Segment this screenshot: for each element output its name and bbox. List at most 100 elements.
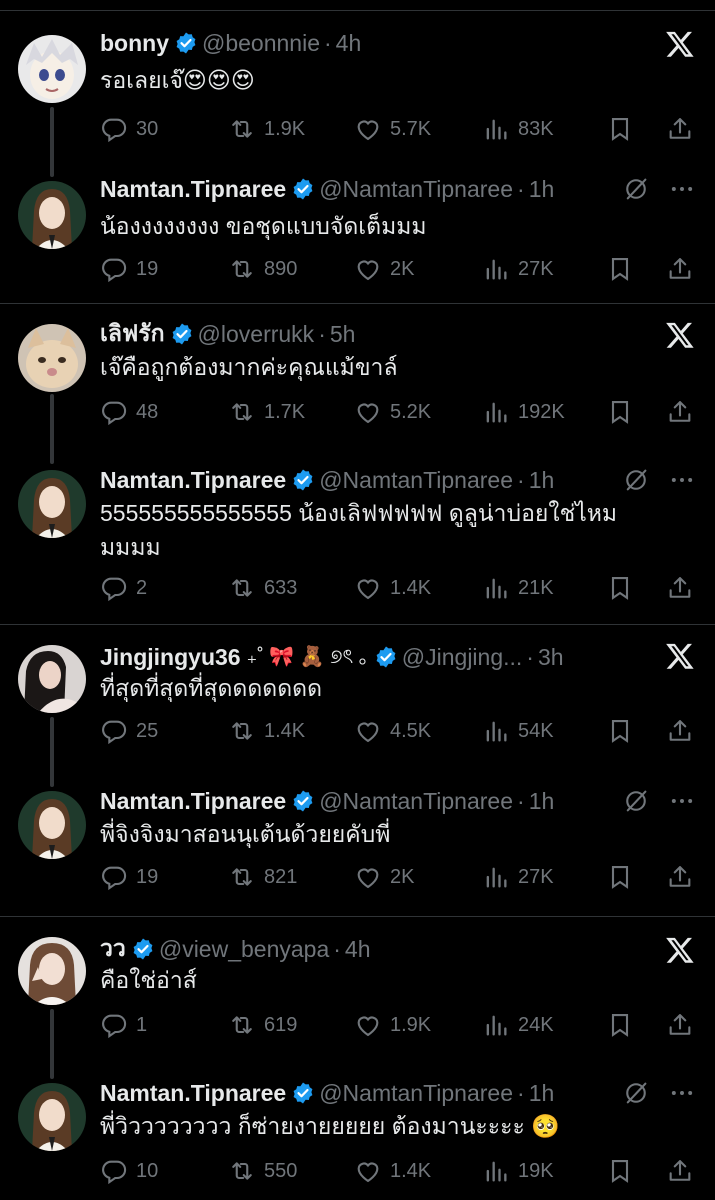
timestamp[interactable]: 1h: [529, 1080, 555, 1107]
share-icon: [669, 1014, 691, 1035]
share-button[interactable]: [666, 109, 694, 149]
no-image-icon[interactable]: [622, 466, 650, 494]
reply-button[interactable]: 19: [100, 857, 158, 897]
avatar[interactable]: [18, 791, 86, 859]
timestamp[interactable]: 1h: [529, 788, 555, 815]
avatar[interactable]: [18, 470, 86, 538]
views-button[interactable]: 54K: [482, 711, 554, 751]
share-button[interactable]: [666, 711, 694, 751]
like-button[interactable]: 4.5K: [354, 711, 431, 751]
response-post[interactable]: Namtan.Tipnaree @NamtanTipnaree · 1h 555…: [0, 460, 715, 624]
more-icon[interactable]: [668, 466, 696, 494]
views-button[interactable]: 19K: [482, 1151, 554, 1191]
share-button[interactable]: [666, 392, 694, 432]
repost-button[interactable]: 1.4K: [228, 711, 305, 751]
handle[interactable]: @NamtanTipnaree: [319, 176, 513, 203]
response-post[interactable]: Namtan.Tipnaree @NamtanTipnaree · 1h พี่…: [0, 1073, 715, 1200]
timestamp[interactable]: 1h: [529, 176, 555, 203]
repost-button[interactable]: 1.9K: [228, 109, 305, 149]
reply-post[interactable]: bonny @beonnnie · 4h รอเลยเจ๊😍😍😍 30 1.9K…: [0, 23, 715, 163]
timestamp[interactable]: 4h: [336, 30, 362, 57]
reply-button[interactable]: 1: [100, 1005, 147, 1045]
reply-button[interactable]: 30: [100, 109, 158, 149]
avatar[interactable]: [18, 645, 86, 713]
display-name[interactable]: bonny: [100, 30, 169, 57]
reply-button[interactable]: 2: [100, 568, 147, 608]
repost-button[interactable]: 821: [228, 857, 297, 897]
display-name[interactable]: เลิฟรัก: [100, 316, 165, 352]
avatar[interactable]: [18, 1083, 86, 1151]
views-button[interactable]: 27K: [482, 857, 554, 897]
more-icon[interactable]: [668, 1079, 696, 1107]
more-icon[interactable]: [668, 787, 696, 815]
display-name[interactable]: Namtan.Tipnaree: [100, 176, 286, 203]
reply-post[interactable]: วว @view_benyapa · 4h คือใช่อ่าส์ 1 619 …: [0, 929, 715, 1069]
display-name[interactable]: Namtan.Tipnaree: [100, 467, 286, 494]
thread-2: เลิฟรัก @loverrukk · 5h เจ๊คือถูกต้องมาก…: [0, 304, 715, 625]
reply-post[interactable]: เลิฟรัก @loverrukk · 5h เจ๊คือถูกต้องมาก…: [0, 314, 715, 454]
timestamp[interactable]: 5h: [330, 321, 356, 348]
like-button[interactable]: 1.9K: [354, 1005, 431, 1045]
no-image-icon[interactable]: [622, 787, 650, 815]
response-post[interactable]: Namtan.Tipnaree @NamtanTipnaree · 1h น้อ…: [0, 169, 715, 309]
avatar[interactable]: [18, 324, 86, 392]
reply-button[interactable]: 19: [100, 249, 158, 289]
display-name[interactable]: วว: [100, 931, 126, 967]
reply-button[interactable]: 48: [100, 392, 158, 432]
reply-button[interactable]: 25: [100, 711, 158, 751]
timestamp[interactable]: 3h: [538, 644, 564, 671]
bookmark-button[interactable]: [606, 857, 634, 897]
no-image-icon[interactable]: [622, 175, 650, 203]
repost-button[interactable]: 633: [228, 568, 297, 608]
views-button[interactable]: 27K: [482, 249, 554, 289]
reply-button[interactable]: 10: [100, 1151, 158, 1191]
share-button[interactable]: [666, 249, 694, 289]
like-button[interactable]: 5.2K: [354, 392, 431, 432]
handle[interactable]: @loverrukk: [198, 321, 315, 348]
bookmark-button[interactable]: [606, 392, 634, 432]
views-button[interactable]: 21K: [482, 568, 554, 608]
like-button[interactable]: 5.7K: [354, 109, 431, 149]
bookmark-button[interactable]: [606, 249, 634, 289]
action-bar: 1 619 1.9K 24K: [100, 1005, 700, 1045]
bookmark-button[interactable]: [606, 568, 634, 608]
bookmark-button[interactable]: [606, 1005, 634, 1045]
repost-button[interactable]: 1.7K: [228, 392, 305, 432]
handle[interactable]: @Jingjing...: [402, 644, 523, 671]
more-icon[interactable]: [668, 175, 696, 203]
repost-button[interactable]: 550: [228, 1151, 297, 1191]
share-button[interactable]: [666, 1005, 694, 1045]
avatar[interactable]: [18, 35, 86, 103]
share-button[interactable]: [666, 568, 694, 608]
display-name[interactable]: Jingjingyu36: [100, 644, 241, 671]
like-button[interactable]: 1.4K: [354, 1151, 431, 1191]
timestamp[interactable]: 1h: [529, 467, 555, 494]
bookmark-button[interactable]: [606, 711, 634, 751]
handle[interactable]: @view_benyapa: [159, 936, 329, 963]
response-post[interactable]: Namtan.Tipnaree @NamtanTipnaree · 1h พี่…: [0, 781, 715, 921]
bookmark-button[interactable]: [606, 109, 634, 149]
no-image-icon[interactable]: [622, 1079, 650, 1107]
bookmark-button[interactable]: [606, 1151, 634, 1191]
post-text: น้องงงงงงงง ขอชุดแบบจัดเต็มมม: [100, 213, 427, 239]
handle[interactable]: @NamtanTipnaree: [319, 1080, 513, 1107]
handle[interactable]: @NamtanTipnaree: [319, 788, 513, 815]
display-name[interactable]: Namtan.Tipnaree: [100, 1080, 286, 1107]
like-button[interactable]: 1.4K: [354, 568, 431, 608]
handle[interactable]: @NamtanTipnaree: [319, 467, 513, 494]
like-button[interactable]: 2K: [354, 857, 414, 897]
views-button[interactable]: 192K: [482, 392, 565, 432]
share-button[interactable]: [666, 857, 694, 897]
avatar[interactable]: [18, 937, 86, 1005]
views-button[interactable]: 24K: [482, 1005, 554, 1045]
repost-button[interactable]: 890: [228, 249, 297, 289]
views-button[interactable]: 83K: [482, 109, 554, 149]
repost-button[interactable]: 619: [228, 1005, 297, 1045]
timestamp[interactable]: 4h: [345, 936, 371, 963]
reply-post[interactable]: Jingjingyu36 ₊˚ 🎀 🧸 ୭ৎ ｡ @Jingjing... · …: [0, 637, 715, 777]
handle[interactable]: @beonnnie: [202, 30, 320, 57]
display-name[interactable]: Namtan.Tipnaree: [100, 788, 286, 815]
like-button[interactable]: 2K: [354, 249, 414, 289]
avatar[interactable]: [18, 181, 86, 249]
share-button[interactable]: [666, 1151, 694, 1191]
